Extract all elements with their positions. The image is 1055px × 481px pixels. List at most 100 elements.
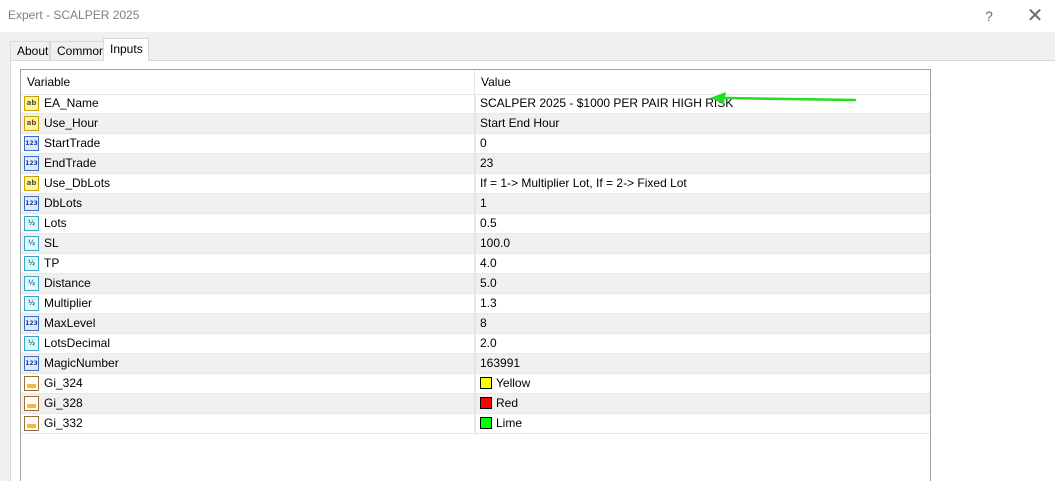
value-cell[interactable]: Yellow	[475, 374, 931, 393]
table-row[interactable]: ½ Distance 5.0	[21, 274, 930, 294]
value-cell[interactable]: 8	[475, 314, 931, 333]
table-row[interactable]: 123 StartTrade 0	[21, 134, 930, 154]
tab-inputs[interactable]: Inputs	[103, 38, 149, 61]
variable-cell[interactable]: 123 MaxLevel	[23, 314, 473, 333]
value-text: 23	[480, 156, 494, 170]
inputs-grid: Variable Value ab EA_Name SCALPER 2025 - $…	[20, 69, 931, 481]
variable-name: Gi_324	[44, 376, 83, 390]
variable-name: MaxLevel	[44, 316, 96, 330]
value-cell[interactable]: 100.0	[475, 234, 931, 253]
value-text: SCALPER 2025 - $1000 PER PAIR HIGH RISK	[480, 96, 734, 110]
integer-type-icon: 123	[24, 156, 39, 171]
variable-name: EA_Name	[44, 96, 99, 110]
table-row[interactable]: ½ TP 4.0	[21, 254, 930, 274]
table-row[interactable]: ½ LotsDecimal 2.0	[21, 334, 930, 354]
value-cell[interactable]: 4.0	[475, 254, 931, 273]
variable-cell[interactable]: ab Use_Hour	[23, 114, 473, 133]
double-type-icon: ½	[24, 256, 39, 271]
value-cell[interactable]: 0	[475, 134, 931, 153]
variable-name: Gi_328	[44, 396, 83, 410]
title-bar: Expert - SCALPER 2025 ? ✕	[0, 0, 1055, 32]
variable-cell[interactable]: ½ SL	[23, 234, 473, 253]
table-row[interactable]: 123 MaxLevel 8	[21, 314, 930, 334]
variable-name: DbLots	[44, 196, 83, 210]
table-row[interactable]: Gi_328 Red	[21, 394, 930, 414]
variable-name: Lots	[44, 216, 67, 230]
value-cell[interactable]: SCALPER 2025 - $1000 PER PAIR HIGH RISK	[475, 94, 931, 113]
table-row[interactable]: Gi_324 Yellow	[21, 374, 930, 394]
variable-cell[interactable]: 123 EndTrade	[23, 154, 473, 173]
value-text: 0.5	[480, 216, 497, 230]
value-text: 4.0	[480, 256, 497, 270]
value-cell[interactable]: Start End Hour	[475, 114, 931, 133]
variable-cell[interactable]: 123 MagicNumber	[23, 354, 473, 373]
color-swatch	[480, 417, 492, 429]
value-cell[interactable]: 23	[475, 154, 931, 173]
value-cell[interactable]: Red	[475, 394, 931, 413]
close-button[interactable]: ✕	[1012, 0, 1055, 32]
table-row[interactable]: 123 MagicNumber 163991	[21, 354, 930, 374]
variable-cell[interactable]: ½ Multiplier	[23, 294, 473, 313]
variable-name: LotsDecimal	[44, 336, 111, 350]
value-text: 1	[480, 196, 487, 210]
variable-cell[interactable]: ab EA_Name	[23, 94, 473, 113]
value-cell[interactable]: 5.0	[475, 274, 931, 293]
value-text: 8	[480, 316, 487, 330]
variable-cell[interactable]: ½ LotsDecimal	[23, 334, 473, 353]
variable-name: StartTrade	[44, 136, 101, 150]
variable-cell[interactable]: Gi_324	[23, 374, 473, 393]
value-text: 0	[480, 136, 487, 150]
double-type-icon: ½	[24, 276, 39, 291]
value-text: 2.0	[480, 336, 497, 350]
table-row[interactable]: ab Use_Hour Start End Hour	[21, 114, 930, 134]
value-cell[interactable]: 2.0	[475, 334, 931, 353]
tab-about[interactable]: About	[10, 41, 50, 60]
tab-common[interactable]: Common	[50, 41, 106, 60]
value-cell[interactable]: 1.3	[475, 294, 931, 313]
column-header-variable[interactable]: Variable	[27, 70, 70, 94]
variable-name: Use_DbLots	[44, 176, 111, 190]
color-swatch	[480, 377, 492, 389]
variable-name: TP	[44, 256, 60, 270]
string-type-icon: ab	[24, 96, 39, 111]
table-row[interactable]: ½ Multiplier 1.3	[21, 294, 930, 314]
value-cell[interactable]: 1	[475, 194, 931, 213]
variable-cell[interactable]: ½ Lots	[23, 214, 473, 233]
variable-cell[interactable]: ½ TP	[23, 254, 473, 273]
variable-cell[interactable]: ab Use_DbLots	[23, 174, 473, 193]
variable-name: SL	[44, 236, 59, 250]
variable-cell[interactable]: Gi_328	[23, 394, 473, 413]
table-row[interactable]: 123 DbLots 1	[21, 194, 930, 214]
table-row[interactable]: ab Use_DbLots If = 1-> Multiplier Lot, If …	[21, 174, 930, 194]
integer-type-icon: 123	[24, 356, 39, 371]
table-row[interactable]: 123 EndTrade 23	[21, 154, 930, 174]
variable-cell[interactable]: ½ Distance	[23, 274, 473, 293]
value-cell[interactable]: 0.5	[475, 214, 931, 233]
grid-rows: ab EA_Name SCALPER 2025 - $1000 PER PAIR H…	[21, 94, 930, 434]
column-header-value[interactable]: Value	[481, 70, 511, 94]
value-text: If = 1-> Multiplier Lot, If = 2-> Fixed …	[480, 176, 687, 190]
variable-cell[interactable]: 123 StartTrade	[23, 134, 473, 153]
value-cell[interactable]: If = 1-> Multiplier Lot, If = 2-> Fixed …	[475, 174, 931, 193]
column-separator[interactable]	[474, 70, 475, 94]
table-row[interactable]: Gi_332 Lime	[21, 414, 930, 434]
value-text: 1.3	[480, 296, 497, 310]
help-button[interactable]: ?	[966, 0, 1012, 32]
integer-type-icon: 123	[24, 136, 39, 151]
color-type-icon	[24, 376, 39, 391]
annotation-arrow	[710, 92, 857, 104]
double-type-icon: ½	[24, 236, 39, 251]
string-type-icon: ab	[24, 176, 39, 191]
table-row[interactable]: ½ Lots 0.5	[21, 214, 930, 234]
annotation-arrow-head	[710, 92, 726, 104]
color-type-icon	[24, 396, 39, 411]
variable-name: Use_Hour	[44, 116, 99, 130]
variable-cell[interactable]: Gi_332	[23, 414, 473, 433]
variable-cell[interactable]: 123 DbLots	[23, 194, 473, 213]
string-type-icon: ab	[24, 116, 39, 131]
value-cell[interactable]: 163991	[475, 354, 931, 373]
variable-name: MagicNumber	[44, 356, 119, 370]
table-row[interactable]: ½ SL 100.0	[21, 234, 930, 254]
value-cell[interactable]: Lime	[475, 414, 931, 433]
annotation-arrow-shaft	[722, 96, 857, 102]
